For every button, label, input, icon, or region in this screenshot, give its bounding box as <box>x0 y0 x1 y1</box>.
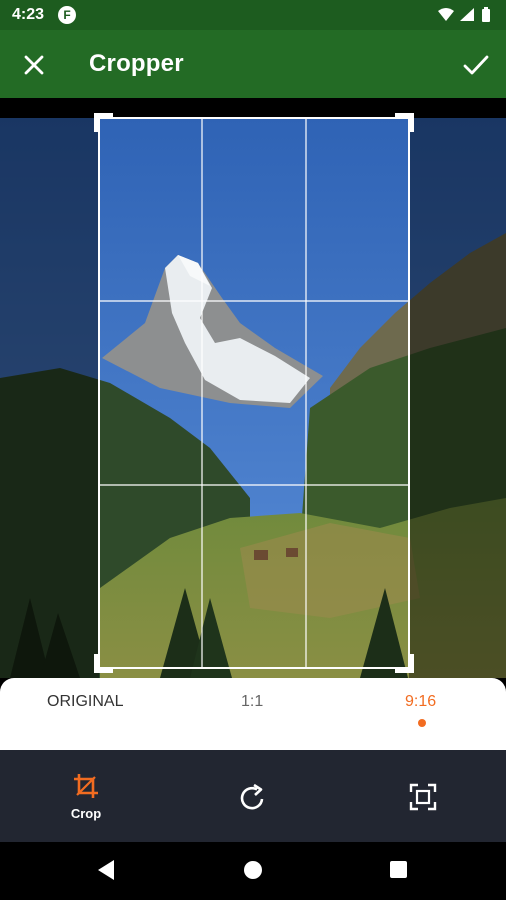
ratio-9-16-option[interactable]: 9:16 <box>405 693 436 711</box>
app-notification-icon: F <box>58 6 76 24</box>
app-bar: Cropper <box>0 30 506 98</box>
status-time: 4:23 <box>12 6 45 23</box>
status-icons <box>436 6 496 29</box>
page-title: Cropper <box>89 50 184 77</box>
crop-border <box>98 117 410 669</box>
signal-icon <box>460 8 474 21</box>
close-button[interactable] <box>18 49 50 81</box>
status-bar: 4:23 F <box>0 0 506 30</box>
bottom-toolbar: Crop <box>0 750 506 842</box>
image-canvas[interactable] <box>0 98 506 678</box>
rotate-button[interactable] <box>233 750 273 842</box>
ratio-1-1-option[interactable]: 1:1 <box>241 693 263 711</box>
system-nav-bar <box>0 842 506 900</box>
wifi-icon <box>438 8 454 21</box>
rotate-icon <box>240 783 264 810</box>
close-icon <box>24 55 44 75</box>
nav-recents-button[interactable] <box>390 861 407 878</box>
crop-tool-label: Crop <box>70 806 102 821</box>
fit-screen-button[interactable] <box>404 750 444 842</box>
crop-icon <box>74 774 98 798</box>
nav-home-button[interactable] <box>244 861 262 879</box>
confirm-button[interactable] <box>460 49 492 81</box>
aspect-ratio-panel: ORIGINAL 1:1 9:16 <box>0 678 506 750</box>
battery-icon <box>482 7 490 22</box>
crop-tool-button[interactable]: Crop <box>58 750 114 842</box>
nav-back-button[interactable] <box>96 859 116 881</box>
ratio-original-option[interactable]: ORIGINAL <box>47 693 123 711</box>
fit-screen-icon <box>409 783 437 811</box>
selected-ratio-indicator <box>418 719 426 727</box>
check-icon <box>463 55 489 75</box>
crop-frame[interactable] <box>0 98 506 678</box>
